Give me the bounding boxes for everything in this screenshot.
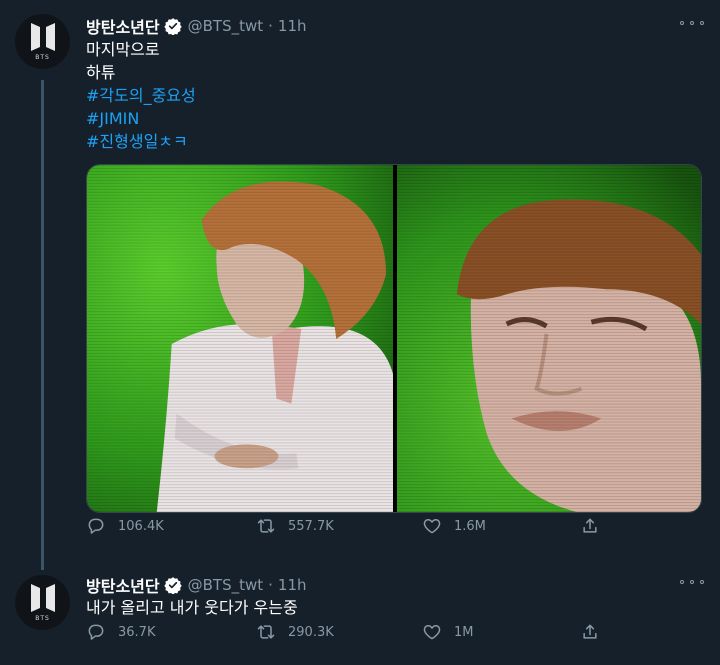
share-icon xyxy=(583,624,597,639)
separator-dot: · xyxy=(268,17,273,35)
like-button[interactable]: 1M xyxy=(422,620,474,644)
reply-count: 36.7K xyxy=(118,624,156,640)
like-count: 1.6M xyxy=(454,518,486,534)
tweet-text-line: 내가 올리고 내가 웃다가 우는중 xyxy=(86,598,298,617)
hashtag-link[interactable]: #각도의_중요성 xyxy=(86,84,196,107)
reply-button[interactable]: 106.4K xyxy=(86,514,164,538)
tweet-text-line: 하튜 xyxy=(86,63,116,82)
tweet-text: 마지막으로 하튜 #각도의_중요성 #JIMIN #진형생일ㅊㅋ xyxy=(86,38,196,153)
user-handle[interactable]: @BTS_twt xyxy=(188,17,264,35)
bts-logo-icon xyxy=(30,584,55,612)
thread-line xyxy=(41,80,44,570)
like-count: 1M xyxy=(454,624,474,640)
timestamp[interactable]: 11h xyxy=(278,576,307,594)
retweet-count: 557.7K xyxy=(288,518,334,534)
tweet-photo[interactable] xyxy=(397,165,701,512)
heart-icon xyxy=(423,625,441,640)
like-button[interactable]: 1.6M xyxy=(422,514,486,538)
photo-icon xyxy=(87,165,393,512)
tweet-text-line: 마지막으로 xyxy=(86,40,160,59)
user-handle[interactable]: @BTS_twt xyxy=(188,576,264,594)
tweet[interactable]: BTS 방탄소년단 @BTS_twt · 11h 내가 올리고 내가 웃다가 우… xyxy=(0,565,720,665)
verified-badge-icon xyxy=(163,577,182,594)
reply-icon xyxy=(88,624,104,640)
avatar-logo-text: BTS xyxy=(35,54,50,61)
retweet-icon xyxy=(257,519,275,533)
share-button[interactable] xyxy=(580,514,612,538)
tweet-header: 방탄소년단 @BTS_twt · 11h xyxy=(86,14,307,38)
reply-icon xyxy=(88,518,104,534)
tweet-text: 내가 올리고 내가 웃다가 우는중 xyxy=(86,596,298,619)
verified-badge-icon xyxy=(163,18,182,35)
tweet-header: 방탄소년단 @BTS_twt · 11h xyxy=(86,573,307,597)
retweet-count: 290.3K xyxy=(288,624,334,640)
avatar[interactable]: BTS xyxy=(15,575,70,630)
avatar-logo-text: BTS xyxy=(35,615,50,622)
hashtag-link[interactable]: #진형생일ㅊㅋ xyxy=(86,130,196,153)
separator-dot: · xyxy=(268,576,273,594)
reply-button[interactable]: 36.7K xyxy=(86,620,155,644)
more-options-icon[interactable] xyxy=(680,576,704,588)
timestamp[interactable]: 11h xyxy=(278,17,307,35)
hashtag-link[interactable]: #JIMIN xyxy=(86,107,196,130)
photo-icon xyxy=(397,165,701,512)
tweet[interactable]: BTS 방탄소년단 @BTS_twt · 11h 마지막으로 하튜 #각도의_중… xyxy=(0,0,720,570)
display-name[interactable]: 방탄소년단 xyxy=(86,573,160,597)
tweet-photo[interactable] xyxy=(87,165,393,512)
avatar[interactable]: BTS xyxy=(15,14,70,69)
reply-count: 106.4K xyxy=(118,518,164,534)
more-options-icon[interactable] xyxy=(680,17,704,29)
share-button[interactable] xyxy=(580,620,612,644)
retweet-button[interactable]: 557.7K xyxy=(256,514,334,538)
share-icon xyxy=(583,518,597,533)
display-name[interactable]: 방탄소년단 xyxy=(86,14,160,38)
media-grid xyxy=(86,164,702,513)
retweet-button[interactable]: 290.3K xyxy=(256,620,334,644)
bts-logo-icon xyxy=(30,23,55,51)
retweet-icon xyxy=(257,625,275,639)
heart-icon xyxy=(423,519,441,534)
